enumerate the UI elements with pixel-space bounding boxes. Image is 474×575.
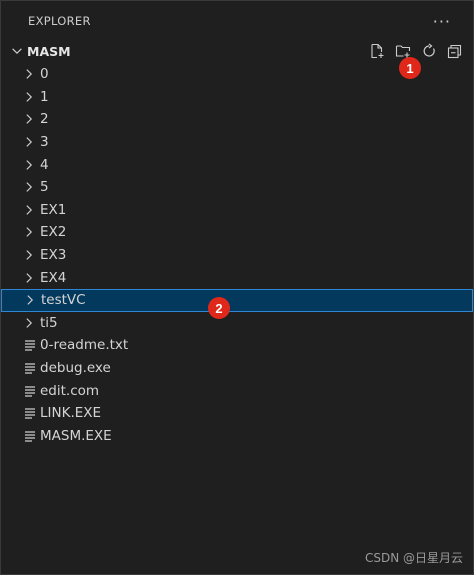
tree-folder-item[interactable]: testVC xyxy=(1,288,473,312)
tree-item-label: 0 xyxy=(40,66,49,83)
tree-folder-item[interactable]: EX4 xyxy=(1,266,473,289)
tree-folder-item[interactable]: 0 xyxy=(1,63,473,86)
chevron-down-icon xyxy=(12,48,22,55)
chevron-right-icon xyxy=(26,114,33,125)
tree-item-label: 0-readme.txt xyxy=(40,337,129,354)
chevron-right-icon xyxy=(27,295,34,306)
explorer-header: EXPLORER ··· xyxy=(1,1,473,41)
tree-folder-item[interactable]: 5 xyxy=(1,176,473,199)
collapse-all-button[interactable] xyxy=(445,41,465,61)
tree-item-label: 2 xyxy=(40,111,49,128)
chevron-right-icon xyxy=(26,182,33,193)
chevron-right-icon xyxy=(26,272,33,283)
file-lines-icon xyxy=(25,363,35,374)
tree-folder-item[interactable]: ti5 xyxy=(1,312,473,335)
tree-file-item[interactable]: MASM.EXE xyxy=(1,425,473,448)
chevron-right-icon xyxy=(26,227,33,238)
file-lines-icon xyxy=(25,386,35,397)
tree-item-label: ti5 xyxy=(40,314,58,331)
tree-item-label: 1 xyxy=(40,88,49,105)
section-title: MASM xyxy=(27,43,71,59)
tree-item-label: edit.com xyxy=(40,382,100,399)
tree-item-label: 5 xyxy=(40,179,49,196)
file-lines-icon xyxy=(25,340,35,352)
chevron-right-icon xyxy=(26,318,33,328)
chevron-right-icon xyxy=(26,137,33,147)
collapse-all-icon xyxy=(447,44,462,59)
tree-folder-item[interactable]: EX3 xyxy=(1,244,473,267)
tree-file-item[interactable]: LINK.EXE xyxy=(1,402,473,425)
tree-folder-item[interactable]: EX1 xyxy=(1,199,473,222)
chevron-right-icon xyxy=(26,159,33,170)
annotation-badge-2: 2 xyxy=(208,297,230,319)
tree-item-label: debug.exe xyxy=(40,360,111,377)
tree-file-item[interactable]: debug.exe xyxy=(1,357,473,380)
file-lines-icon xyxy=(25,408,35,419)
new-folder-button[interactable]: 1 xyxy=(393,41,421,79)
tree-item-label: EX4 xyxy=(40,269,67,286)
tree-item-label: LINK.EXE xyxy=(40,405,102,422)
new-file-icon xyxy=(371,43,384,59)
tree-file-item[interactable]: 0-readme.txt xyxy=(1,334,473,357)
explorer-title: EXPLORER xyxy=(28,14,91,28)
chevron-right-icon xyxy=(26,69,33,80)
tree-item-label: testVC xyxy=(41,292,86,309)
file-lines-icon xyxy=(25,431,35,442)
tree-folder-item[interactable]: 3 xyxy=(1,131,473,154)
chevron-right-icon xyxy=(26,92,33,102)
tree-item-label: EX1 xyxy=(40,201,67,218)
file-tree: 0 1 2 3 4 5 EX1 EX2 EX3 EX4 testVC ti5 0-readme.txt d… xyxy=(1,63,473,447)
refresh-icon xyxy=(423,43,435,57)
tree-file-item[interactable]: edit.com xyxy=(1,379,473,402)
tree-item-label: EX2 xyxy=(40,224,67,241)
tree-folder-item[interactable]: 4 xyxy=(1,153,473,176)
tree-folder-item[interactable]: EX2 xyxy=(1,221,473,244)
new-file-button[interactable] xyxy=(367,41,387,61)
section-actions: 1 xyxy=(367,41,465,79)
more-actions-button[interactable]: ··· xyxy=(433,12,451,31)
refresh-button[interactable] xyxy=(419,41,439,61)
tree-item-label: 3 xyxy=(40,134,49,151)
tree-folder-item[interactable]: 2 xyxy=(1,108,473,131)
tree-folder-item[interactable]: 1 xyxy=(1,86,473,109)
tree-item-label: 4 xyxy=(40,156,49,173)
tree-item-label: MASM.EXE xyxy=(40,427,112,444)
explorer-panel: EXPLORER ··· MASM 1 0 1 2 3 4 5 EX1 EX2 … xyxy=(0,0,474,575)
chevron-right-icon xyxy=(26,250,33,260)
watermark: CSDN @日星月云 xyxy=(364,551,463,565)
tree-item-label: EX3 xyxy=(40,247,67,264)
section-header-masm[interactable]: MASM 1 xyxy=(1,39,473,79)
chevron-right-icon xyxy=(26,205,33,215)
